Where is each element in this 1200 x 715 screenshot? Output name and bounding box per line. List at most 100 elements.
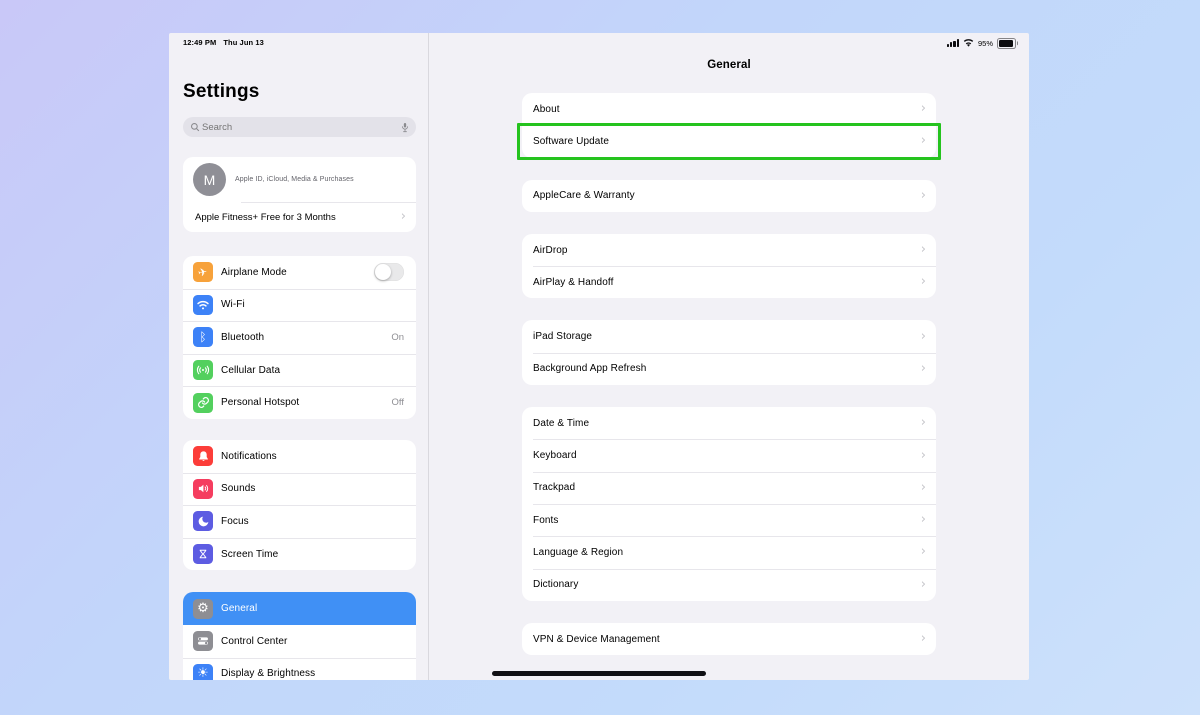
sidebar-group: Notifications Sounds Focus Screen Time	[183, 440, 416, 570]
search-input[interactable]	[200, 117, 401, 137]
settings-row-about[interactable]: About›	[522, 93, 936, 125]
settings-row-airdrop[interactable]: AirDrop›	[522, 234, 936, 266]
settings-row-label: iPad Storage	[533, 331, 921, 342]
sidebar-item-label: Display & Brightness	[221, 668, 404, 679]
sidebar-item-label: Screen Time	[221, 549, 404, 560]
settings-row-software-update[interactable]: Software Update›	[522, 125, 936, 157]
apple-fitness-promo-row[interactable]: Apple Fitness+ Free for 3 Months ›	[183, 202, 416, 232]
chevron-right-icon: ›	[401, 210, 406, 223]
chevron-right-icon: ›	[921, 578, 926, 591]
sidebar-item-general[interactable]: ⚙ General	[183, 592, 416, 625]
sidebar-item-personal-hotspot[interactable]: Personal HotspotOff	[183, 386, 416, 419]
status-time: 12:49 PM	[183, 38, 216, 47]
wifi-icon	[193, 295, 213, 315]
settings-row-applecare-warranty[interactable]: AppleCare & Warranty›	[522, 180, 936, 212]
gear-icon: ⚙	[193, 599, 213, 619]
settings-row-ipad-storage[interactable]: iPad Storage›	[522, 320, 936, 352]
settings-row-language-region[interactable]: Language & Region›	[522, 536, 936, 568]
status-bar-left: 12:49 PM Thu Jun 13	[183, 38, 264, 47]
desktop-background: { "status_bar": { "time": "12:49 PM", "d…	[0, 0, 1200, 715]
settings-row-label: VPN & Device Management	[533, 634, 921, 645]
control-center-icon	[193, 631, 213, 651]
sidebar-item-screen-time[interactable]: Screen Time	[183, 538, 416, 571]
chevron-right-icon: ›	[921, 189, 926, 202]
ipad-screenshot: 12:49 PM Thu Jun 13 95% Settings	[169, 33, 1029, 680]
settings-row-background-app-refresh[interactable]: Background App Refresh›	[522, 353, 936, 385]
sidebar-item-label: Bluetooth	[221, 332, 391, 343]
apple-id-card: M Apple ID, iCloud, Media & Purchases Ap…	[183, 157, 416, 232]
battery-icon	[997, 38, 1016, 49]
settings-sidebar: Settings M Apple ID, iCloud, Media & Pur…	[169, 33, 429, 680]
avatar: M	[193, 163, 226, 196]
settings-row-trackpad[interactable]: Trackpad›	[522, 472, 936, 504]
sidebar-group: ✈Airplane Mode Wi-Fi ᛒ BluetoothOn Cellular …	[183, 256, 416, 419]
sidebar-item-label: Wi-Fi	[221, 299, 404, 310]
sidebar-item-airplane-mode[interactable]: ✈Airplane Mode	[183, 256, 416, 289]
airplane-mode-toggle[interactable]	[374, 263, 404, 281]
chevron-right-icon: ›	[921, 481, 926, 494]
settings-row-fonts[interactable]: Fonts›	[522, 504, 936, 536]
chevron-right-icon: ›	[921, 243, 926, 256]
apple-id-row[interactable]: M Apple ID, iCloud, Media & Purchases	[183, 157, 416, 202]
sidebar-item-control-center[interactable]: Control Center	[183, 625, 416, 658]
sidebar-item-sounds[interactable]: Sounds	[183, 473, 416, 506]
wifi-status-icon	[963, 39, 974, 47]
settings-row-label: AppleCare & Warranty	[533, 190, 921, 201]
settings-row-vpn-device-management[interactable]: VPN & Device Management›	[522, 623, 936, 655]
settings-row-airplay-handoff[interactable]: AirPlay & Handoff›	[522, 266, 936, 298]
personal-hotspot-value: Off	[392, 397, 405, 408]
settings-group: AirDrop›AirPlay & Handoff›	[522, 234, 936, 299]
chevron-right-icon: ›	[921, 330, 926, 343]
home-indicator[interactable]	[492, 671, 706, 676]
chevron-right-icon: ›	[921, 134, 926, 147]
chevron-right-icon: ›	[921, 275, 926, 288]
promo-label: Apple Fitness+ Free for 3 Months	[195, 212, 401, 223]
microphone-icon[interactable]	[401, 122, 409, 133]
sidebar-item-notifications[interactable]: Notifications	[183, 440, 416, 473]
settings-group: About›Software Update›	[522, 93, 936, 158]
sidebar-item-label: Focus	[221, 516, 404, 527]
hourglass-icon	[193, 544, 213, 564]
settings-group: AppleCare & Warranty›	[522, 180, 936, 212]
moon-icon	[193, 511, 213, 531]
settings-group: Date & Time›Keyboard›Trackpad›Fonts›Lang…	[522, 407, 936, 601]
settings-row-label: Language & Region	[533, 547, 921, 558]
settings-row-label: AirDrop	[533, 245, 921, 256]
sidebar-item-wifi[interactable]: Wi-Fi	[183, 289, 416, 322]
settings-row-date-time[interactable]: Date & Time›	[522, 407, 936, 439]
sidebar-title: Settings	[183, 80, 428, 104]
page-title: General	[429, 57, 1029, 73]
settings-row-label: Background App Refresh	[533, 363, 921, 374]
chevron-right-icon: ›	[921, 362, 926, 375]
sidebar-item-bluetooth[interactable]: ᛒ BluetoothOn	[183, 321, 416, 354]
sidebar-item-label: Notifications	[221, 451, 404, 462]
sidebar-item-cellular-data[interactable]: Cellular Data	[183, 354, 416, 387]
general-settings-panel: General About›Software Update› AppleCare …	[429, 33, 1029, 680]
settings-row-keyboard[interactable]: Keyboard›	[522, 439, 936, 471]
chevron-right-icon: ›	[921, 449, 926, 462]
settings-row-label: AirPlay & Handoff	[533, 277, 921, 288]
status-bar-right: 95%	[947, 38, 1016, 49]
chevron-right-icon: ›	[921, 513, 926, 526]
bell-icon	[193, 446, 213, 466]
bluetooth-value: On	[391, 332, 404, 343]
status-date: Thu Jun 13	[223, 38, 264, 47]
bluetooth-icon: ᛒ	[193, 327, 213, 347]
hotspot-icon	[193, 393, 213, 413]
sidebar-item-label: Control Center	[221, 636, 404, 647]
settings-row-label: Dictionary	[533, 579, 921, 590]
sidebar-item-label: Personal Hotspot	[221, 397, 392, 408]
apple-id-subtitle: Apple ID, iCloud, Media & Purchases	[235, 176, 354, 183]
settings-row-label: Trackpad	[533, 482, 921, 493]
settings-row-label: Keyboard	[533, 450, 921, 461]
sidebar-item-label: Cellular Data	[221, 365, 404, 376]
settings-row-dictionary[interactable]: Dictionary›	[522, 569, 936, 601]
sidebar-item-label: Sounds	[221, 483, 404, 494]
settings-row-label: Date & Time	[533, 418, 921, 429]
sidebar-item-display-brightness[interactable]: ☀ Display & Brightness	[183, 658, 416, 680]
sidebar-item-label: General	[221, 603, 404, 614]
sun-icon: ☀	[193, 664, 213, 680]
sidebar-item-focus[interactable]: Focus	[183, 505, 416, 538]
search-field[interactable]	[183, 117, 416, 137]
speaker-icon	[193, 479, 213, 499]
